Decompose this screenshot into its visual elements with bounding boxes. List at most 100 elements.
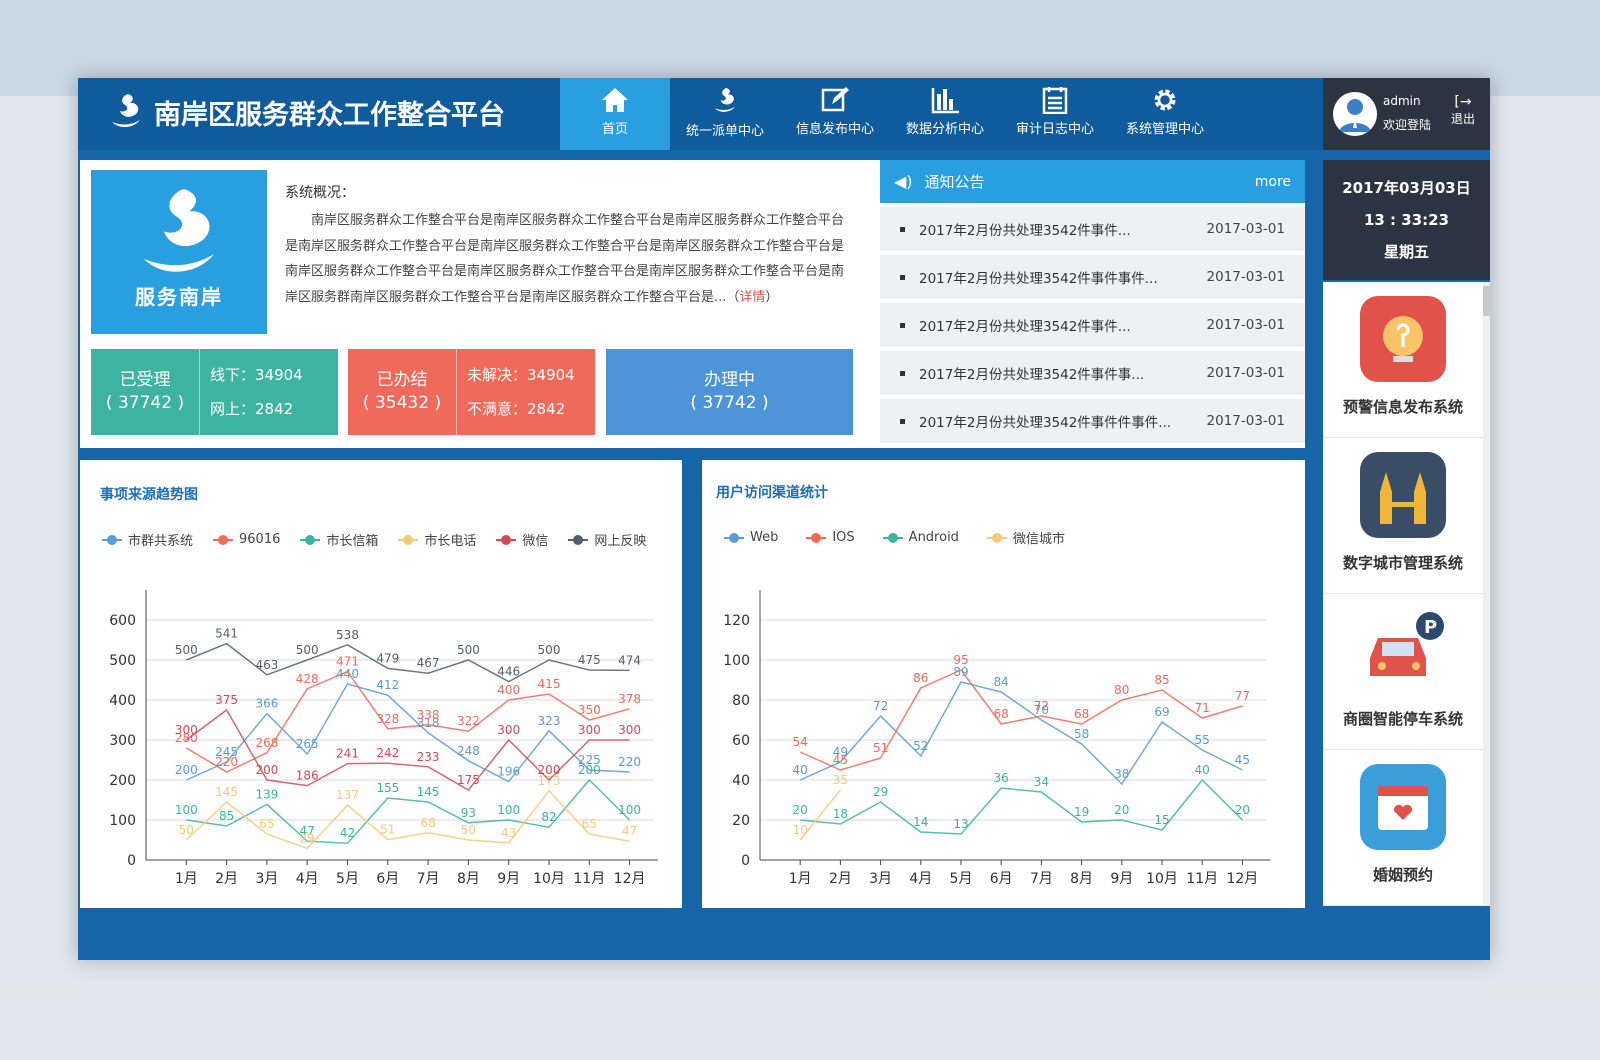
app-item-3[interactable]: 婚姻预约 [1323, 750, 1483, 906]
line-chart: 0 100 200 300 400 500 600 1月 2月 3月 4月 5月 6月 7月 8月 9月 10月… [109, 590, 658, 887]
series-line [186, 778, 631, 844]
bullet-icon [900, 226, 905, 232]
x-tick-label: 4月 [909, 871, 932, 887]
data-label: 20 [1235, 803, 1250, 817]
nav-item-4[interactable]: 审计日志中心 [1000, 78, 1110, 150]
bullet-icon [900, 274, 905, 280]
data-label: 50 [461, 823, 476, 837]
time: 13 : 33:23 [1363, 211, 1450, 229]
app-list-scrollbar[interactable] [1483, 282, 1490, 906]
y-tick-label: 600 [109, 613, 136, 629]
nav-item-3[interactable]: 数据分析中心 [890, 78, 1000, 150]
x-tick-label: 2月 [215, 871, 238, 887]
data-label: 474 [618, 653, 641, 667]
nav-item-5[interactable]: 系统管理中心 [1110, 78, 1220, 150]
data-label: 471 [336, 655, 359, 669]
brand-logo-text: 服务南岸 [135, 285, 223, 309]
data-label: 42 [340, 826, 355, 840]
data-label: 45 [1235, 753, 1250, 767]
y-tick-label: 100 [109, 813, 136, 829]
data-label: 68 [994, 707, 1009, 721]
data-label: 69 [1154, 705, 1169, 719]
logout-button[interactable]: [→ 退出 [1451, 94, 1475, 127]
stat-card-1[interactable]: 已办结( 35432 ) 未解决：34904 不满意：2842 [348, 349, 595, 435]
notice-item[interactable]: 2017年2月份共处理3542件事件事件... 2017-03-01 [880, 255, 1305, 299]
data-label: 323 [538, 714, 561, 728]
header: 南岸区服务群众工作整合平台 首页 统一派单中心 信息发布中心 数据分析中心 审计日志中心… [78, 78, 1323, 150]
notice-item[interactable]: 2017年2月份共处理3542件事件... 2017-03-01 [880, 207, 1305, 251]
data-label: 51 [380, 823, 395, 837]
logout-icon: [→ [1454, 94, 1472, 110]
line-chart: 0 20 40 60 80 100 120 1月 2月 3月 4月 5月 6月 7月 8月 9月 10月 11月 1… [723, 590, 1271, 887]
data-label: 412 [376, 678, 399, 692]
speaker-icon: ◀) [894, 172, 913, 191]
data-label: 322 [457, 714, 480, 728]
data-label: 233 [417, 750, 440, 764]
nav-item-2[interactable]: 信息发布中心 [780, 78, 890, 150]
parking-car-icon: P [1360, 608, 1446, 694]
x-tick-label: 4月 [296, 871, 319, 887]
x-tick-label: 9月 [497, 871, 520, 887]
data-label: 415 [538, 677, 561, 691]
x-tick-label: 7月 [417, 871, 440, 887]
series-line [799, 681, 1243, 786]
calendar-heart-icon [1360, 764, 1446, 850]
data-label: 100 [618, 803, 641, 817]
x-tick-label: 9月 [1110, 871, 1133, 887]
data-label: 35 [833, 773, 848, 787]
data-label: 100 [175, 803, 198, 817]
y-tick-label: 40 [732, 773, 750, 789]
data-label: 300 [497, 723, 520, 737]
overview-title: 系统概况： [285, 185, 355, 201]
data-label: 84 [994, 675, 1009, 689]
data-label: 500 [538, 643, 561, 657]
stat-card-0[interactable]: 已受理( 37742 ) 线下：34904 网上：2842 [91, 349, 338, 435]
stat-card-2[interactable]: 办理中( 37742 ) [606, 349, 853, 435]
notice-item[interactable]: 2017年2月份共处理3542件事件件事件... 2017-03-01 [880, 399, 1305, 443]
app-item-1[interactable]: 数字城市管理系统 [1323, 438, 1483, 594]
x-tick-label: 12月 [614, 871, 646, 887]
data-label: 82 [541, 810, 556, 824]
data-label: 71 [1195, 701, 1210, 715]
data-label: 34 [1034, 775, 1049, 789]
more-link[interactable]: more [1255, 174, 1291, 190]
data-label: 467 [417, 656, 440, 670]
y-tick-label: 500 [109, 653, 136, 669]
x-tick-label: 2月 [829, 871, 852, 887]
data-label: 479 [376, 651, 399, 665]
nav-item-1[interactable]: 统一派单中心 [670, 78, 780, 150]
data-label: 65 [259, 817, 274, 831]
data-label: 77 [1235, 689, 1250, 703]
notice-item[interactable]: 2017年2月份共处理3542件事件事... 2017-03-01 [880, 351, 1305, 395]
app-item-0[interactable]: 预警信息发布系统 [1323, 282, 1483, 438]
x-tick-label: 10月 [1146, 871, 1178, 887]
x-tick-label: 6月 [376, 871, 399, 887]
data-label: 52 [913, 739, 928, 753]
data-label: 86 [913, 671, 928, 685]
app-item-2[interactable]: P 商圈智能停车系统 [1323, 594, 1483, 750]
date: 2017年03月03日 [1342, 179, 1471, 197]
data-label: 196 [497, 765, 520, 779]
warning-bulb-icon [1360, 296, 1446, 382]
username: admin [1383, 94, 1421, 108]
notice-item[interactable]: 2017年2月份共处理3542件事件... 2017-03-01 [880, 303, 1305, 347]
data-label: 500 [457, 643, 480, 657]
avatar[interactable] [1333, 92, 1377, 136]
data-label: 19 [1074, 805, 1089, 819]
data-label: 475 [578, 653, 601, 667]
data-label: 300 [618, 723, 641, 737]
background-footer [0, 980, 1600, 1060]
svg-text:P: P [1424, 617, 1437, 638]
data-label: 51 [873, 741, 888, 755]
x-tick-label: 7月 [1030, 871, 1053, 887]
data-label: 248 [457, 744, 480, 758]
data-label: 72 [873, 699, 888, 713]
nav-item-0[interactable]: 首页 [560, 78, 670, 150]
data-label: 446 [497, 665, 520, 679]
x-tick-label: 8月 [1070, 871, 1093, 887]
data-label: 200 [578, 763, 601, 777]
data-label: 54 [793, 735, 808, 749]
x-tick-label: 1月 [789, 871, 812, 887]
x-tick-label: 3月 [869, 871, 892, 887]
detail-link[interactable]: 详情 [739, 290, 765, 305]
